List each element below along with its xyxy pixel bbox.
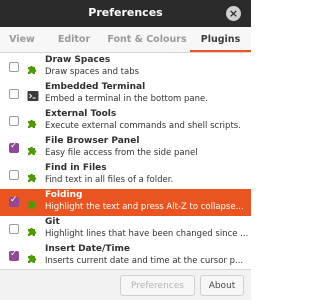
- title-bar: Preferences ×: [0, 0, 251, 27]
- puzzle-icon: [27, 168, 39, 182]
- tab-bar: View Editor Font & Colours Plugins: [0, 27, 251, 53]
- plugin-row[interactable]: Insert Date/Time Inserts current date and…: [0, 243, 251, 269]
- plugin-checkbox[interactable]: [9, 224, 19, 234]
- plugin-description: Highlight lines that have been changed s…: [45, 229, 249, 239]
- close-button[interactable]: ×: [226, 6, 241, 21]
- tab-plugins[interactable]: Plugins: [190, 27, 251, 52]
- plugin-description: Embed a terminal in the bottom pane.: [45, 94, 208, 104]
- plugin-checkbox[interactable]: [9, 195, 19, 207]
- plugin-checkbox[interactable]: [9, 249, 19, 261]
- plugin-row[interactable]: File Browser Panel Easy file access from …: [0, 135, 251, 162]
- plugin-name: External Tools: [45, 109, 117, 119]
- plugin-row[interactable]: Folding Highlight the text and press Alt-…: [0, 189, 251, 216]
- plugin-description: Execute external commands and shell scri…: [45, 121, 241, 131]
- plugin-checkbox[interactable]: [9, 62, 19, 72]
- plugin-name: Find in Files: [45, 163, 107, 173]
- plugin-row[interactable]: External Tools Execute external commands …: [0, 108, 251, 135]
- plugin-name: Insert Date/Time: [45, 244, 131, 254]
- plugin-list[interactable]: Draw Spaces Draw spaces and tabs Embedded …: [0, 53, 251, 269]
- plugin-name: Embedded Terminal: [45, 82, 146, 92]
- plugin-name: Git: [45, 217, 60, 227]
- preferences-window: Preferences × View Editor Font & Colours…: [0, 0, 251, 300]
- plugin-checkbox[interactable]: [9, 141, 19, 153]
- plugin-description: Draw spaces and tabs: [45, 67, 140, 77]
- tab-view[interactable]: View: [0, 27, 44, 52]
- tab-editor[interactable]: Editor: [44, 27, 104, 52]
- plugin-checkbox[interactable]: [9, 116, 19, 126]
- puzzle-icon: [27, 249, 39, 263]
- dialog-footer: Preferences About: [0, 269, 251, 300]
- terminal-icon: [27, 87, 39, 101]
- plugin-checkbox[interactable]: [9, 170, 19, 180]
- window-title: Preferences: [88, 6, 163, 19]
- plugin-name: File Browser Panel: [45, 136, 140, 146]
- plugin-row[interactable]: Find in Files Find text in all files of a…: [0, 162, 251, 189]
- plugin-description: Easy file access from the side panel: [45, 148, 198, 158]
- plugin-name: Draw Spaces: [45, 55, 111, 65]
- plugin-row[interactable]: Git Highlight lines that have been change…: [0, 216, 251, 243]
- tab-font-colours[interactable]: Font & Colours: [104, 27, 190, 52]
- plugin-description: Highlight the text and press Alt-Z to co…: [45, 202, 244, 212]
- about-button[interactable]: About: [200, 275, 244, 296]
- puzzle-icon: [27, 141, 39, 155]
- puzzle-icon: [27, 60, 39, 74]
- preferences-button[interactable]: Preferences: [120, 275, 195, 296]
- puzzle-icon: [27, 114, 39, 128]
- plugin-row[interactable]: Embedded Terminal Embed a terminal in the…: [0, 81, 251, 108]
- puzzle-icon: [27, 195, 39, 209]
- plugin-checkbox[interactable]: [9, 89, 19, 99]
- puzzle-icon: [27, 222, 39, 236]
- plugin-row[interactable]: Draw Spaces Draw spaces and tabs: [0, 54, 251, 81]
- plugin-description: Inserts current date and time at the cur…: [45, 256, 244, 266]
- plugin-description: Find text in all files of a folder.: [45, 175, 174, 185]
- plugin-name: Folding: [45, 190, 83, 200]
